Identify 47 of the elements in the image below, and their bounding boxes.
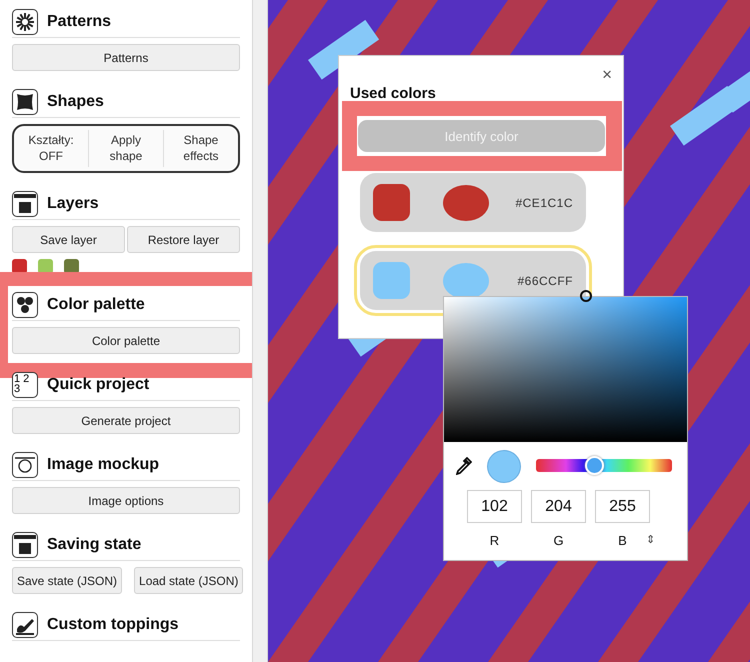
color-oval [443,184,489,220]
section-button[interactable]: Image options [12,487,240,514]
section-title: Shapes [47,93,104,111]
dots-icon [12,292,38,318]
numbers-icon: 1 2 3 [12,372,38,398]
saturation-area[interactable] [444,297,687,442]
dialog-title: Used colors [350,85,436,102]
mode-toggle-button[interactable]: ⇕ [646,533,655,546]
burst-icon [12,9,38,35]
brush-icon [12,612,38,638]
section-title: Patterns [47,13,112,31]
hue-thumb[interactable] [585,456,604,475]
section-button[interactable]: Restore layer [127,226,240,253]
section-button[interactable]: Load state (JSON) [134,567,244,594]
section-title: Image mockup [47,456,160,474]
channel-label: B [618,533,627,548]
window-icon [12,191,38,217]
shape-option-button[interactable]: Shape effects [164,130,238,167]
picker-handle[interactable] [580,290,592,302]
shape-option-button[interactable]: Kształty: OFF [14,130,89,167]
section-title: Custom toppings [47,616,179,634]
shape-icon [12,89,38,115]
section-title: Saving state [47,536,142,554]
channel-label: G [553,533,564,548]
hue-slider[interactable] [536,459,672,472]
color-oval [443,262,489,298]
window-icon [12,532,38,558]
color-row[interactable]: #CE1C1C [360,173,586,232]
section-button[interactable]: Save state (JSON) [12,567,122,594]
close-button[interactable]: × [602,66,612,83]
channel-input[interactable]: 102 [467,490,522,523]
shape-option-button[interactable]: Apply shape [89,130,164,167]
channel-input[interactable]: 255 [595,490,650,523]
section-title: Quick project [47,376,150,394]
section-button[interactable]: Patterns [12,44,240,71]
section-title: Layers [47,195,99,213]
section-button[interactable]: Save layer [12,226,125,253]
section-button[interactable]: Color palette [12,327,240,354]
frame-icon [12,452,38,478]
section-button[interactable]: Generate project [12,407,240,434]
channel-label: R [490,533,500,548]
channel-input[interactable]: 204 [531,490,586,523]
section-title: Color palette [47,296,145,314]
hex-code: #66CCFF [517,274,573,288]
eyedropper-icon[interactable] [456,457,472,475]
hex-code: #CE1C1C [515,196,573,210]
scrollbar-track[interactable] [252,0,268,662]
